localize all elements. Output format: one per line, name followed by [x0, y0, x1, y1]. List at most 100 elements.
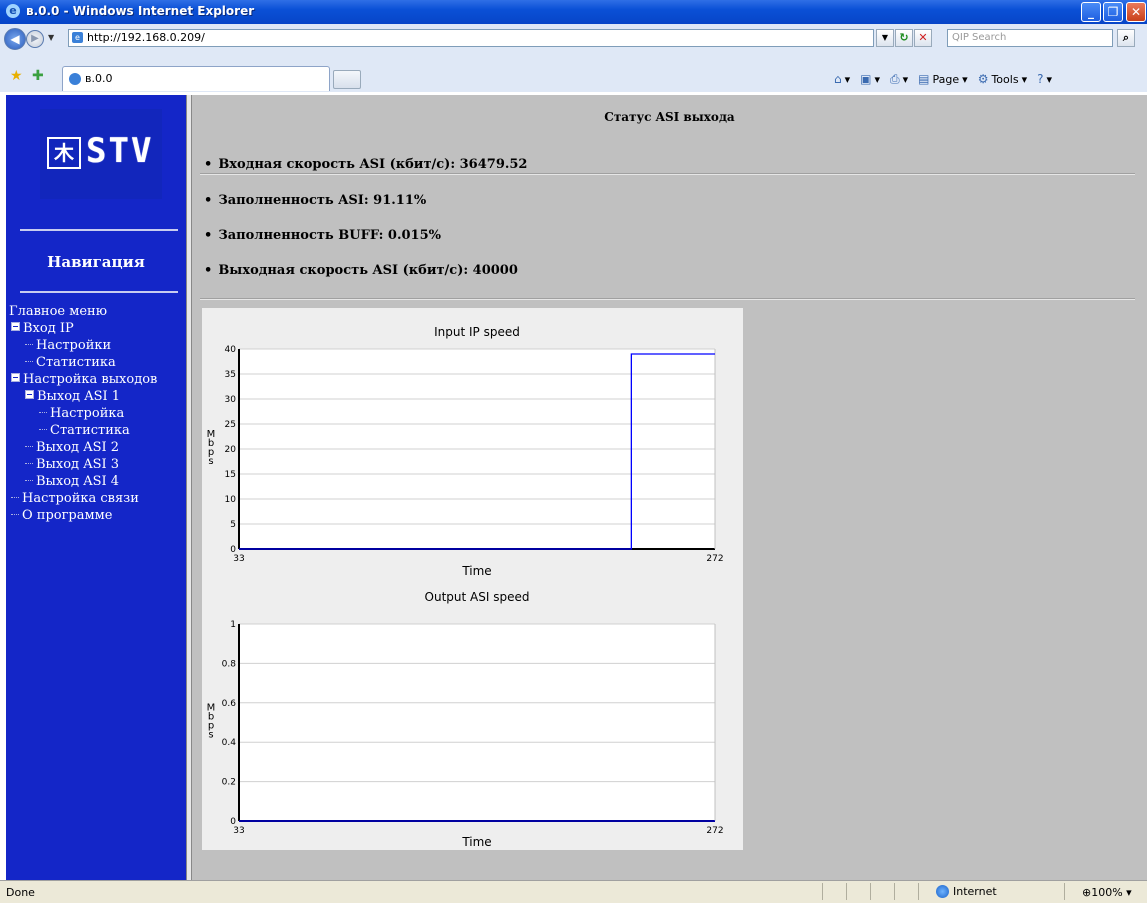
nav-tree-item[interactable]: Настройки	[9, 337, 157, 354]
nav-tree-item[interactable]: Статистика	[9, 422, 157, 439]
tree-line	[11, 514, 19, 515]
divider	[20, 291, 178, 293]
tree-line	[11, 497, 19, 498]
nav-tree-item[interactable]: Вход IP	[9, 320, 157, 337]
nav-tree: Главное меню Вход IP Настройки Статистика На…	[9, 303, 157, 524]
nav-tree-item[interactable]: Выход ASI 3	[9, 456, 157, 473]
nav-title: Навигация	[47, 253, 145, 271]
zoom-icon: ⊕	[1082, 886, 1092, 899]
page-icon: e	[72, 32, 83, 43]
charts-svg: 051015202530354033 272Input IP speedTimeM…	[207, 325, 724, 849]
home-button[interactable]: ⌂ ▾	[834, 72, 850, 86]
y-tick-label: 25	[225, 420, 236, 430]
x-tick-label: 272	[706, 554, 723, 564]
divider	[200, 173, 1135, 175]
plot-area	[239, 624, 715, 821]
stat-input-rate: Входная скорость ASI (кбит/с): 36479.52	[204, 157, 527, 172]
y-tick-label: 5	[230, 520, 236, 530]
page-menu-button[interactable]: ▤ Page ▾	[918, 72, 968, 86]
chart-title: Input IP speed	[434, 325, 520, 339]
favorites-star-icon[interactable]: ★	[10, 68, 23, 84]
title-bar: e в.0.0 - Windows Internet Explorer _ ❐ …	[0, 0, 1147, 24]
nav-tree-label: Выход ASI 1	[37, 389, 121, 404]
ie-logo-icon: e	[6, 4, 20, 18]
tree-line	[25, 361, 33, 362]
nav-tree-item[interactable]: О программе	[9, 507, 157, 524]
nav-tree-item[interactable]: Настройка связи	[9, 490, 157, 507]
divider	[20, 229, 178, 231]
security-zone[interactable]: Internet	[936, 885, 997, 898]
address-input[interactable]: e http://192.168.0.209/	[68, 29, 874, 47]
search-input[interactable]: QIP Search	[947, 29, 1113, 47]
zoom-value: 100%	[1091, 886, 1123, 899]
y-axis-label-char: s	[208, 456, 213, 467]
nav-tree-item[interactable]: Статистика	[9, 354, 157, 371]
nav-tree-label: Статистика	[36, 355, 116, 370]
nav-tree-item[interactable]: Настройка выходов	[9, 371, 157, 388]
nav-tree-label: Главное меню	[9, 304, 108, 319]
stop-icon[interactable]: ✕	[914, 29, 932, 47]
nav-tree-item[interactable]: Выход ASI 4	[9, 473, 157, 490]
y-tick-label: 1	[230, 620, 236, 630]
back-button[interactable]: ◀	[4, 28, 26, 50]
tab-label: в.0.0	[85, 72, 113, 85]
page-icon	[69, 73, 81, 85]
maximize-button[interactable]: ❐	[1103, 2, 1123, 22]
tree-line	[39, 429, 47, 430]
new-tab-button[interactable]	[333, 70, 361, 89]
close-button[interactable]: ✕	[1126, 2, 1146, 22]
window-title: в.0.0 - Windows Internet Explorer	[26, 4, 255, 18]
status-text: Done	[6, 886, 35, 899]
collapse-icon[interactable]	[11, 322, 20, 331]
nav-tree-label: О программе	[22, 508, 113, 523]
y-tick-label: 15	[225, 470, 236, 480]
stat-buff-fill: Заполненность BUFF: 0.015%	[204, 228, 441, 243]
tree-line	[25, 344, 33, 345]
charts-panel: 0 5 10 15 20 25 30 35 40 33 272 Input IP speed Time M…	[202, 308, 743, 850]
address-toolbar: ◀ ▶ ▼ e http://192.168.0.209/ ▼ ↻ ✕ QIP …	[0, 24, 1147, 63]
zoom-level[interactable]: ⊕100% ▾	[1082, 886, 1132, 899]
nav-tree-item[interactable]: Настройка	[9, 405, 157, 422]
nav-tree-label: Статистика	[50, 423, 130, 438]
tools-menu-button[interactable]: ⚙ Tools ▾	[978, 72, 1027, 86]
minimize-button[interactable]: _	[1081, 2, 1101, 22]
y-tick-label: 40	[225, 345, 237, 355]
y-tick-label: 35	[225, 370, 236, 380]
history-dropdown-icon[interactable]: ▼	[48, 33, 54, 42]
tree-line	[25, 446, 33, 447]
x-tick-label: 33	[233, 826, 244, 836]
help-button[interactable]: ? ▾	[1037, 72, 1052, 86]
tab-current[interactable]: в.0.0	[62, 66, 330, 91]
nav-tree-label: Выход ASI 4	[36, 474, 120, 489]
forward-button[interactable]: ▶	[26, 30, 44, 48]
tree-line	[39, 412, 47, 413]
x-axis-label: Time	[461, 564, 491, 578]
sidebar: 木 STV Навигация Главное меню Вход IP Настр…	[6, 95, 186, 901]
nav-tree-item[interactable]: Выход ASI 1	[9, 388, 157, 405]
y-tick-label: 0.4	[222, 738, 237, 748]
x-tick-label: 272	[706, 826, 723, 836]
zone-label: Internet	[953, 885, 997, 898]
nav-tree-item[interactable]: Главное меню	[9, 303, 157, 320]
feeds-icon: ▣	[860, 72, 872, 86]
page-menu-icon: ▤	[918, 72, 930, 86]
refresh-icon[interactable]: ↻	[895, 29, 913, 47]
nav-tree-label: Вход IP	[23, 321, 74, 336]
print-button[interactable]: ⎙ ▾	[890, 72, 908, 87]
feeds-button[interactable]: ▣ ▾	[860, 72, 880, 86]
tree-line	[25, 480, 33, 481]
collapse-icon[interactable]	[25, 390, 34, 399]
y-tick-label: 20	[225, 445, 237, 455]
y-tick-label: 0.6	[222, 699, 237, 709]
stv-logo: 木 STV	[40, 109, 162, 199]
y-tick-label: 0.8	[222, 659, 237, 669]
y-tick-label: 0.2	[222, 778, 236, 788]
nav-tree-item[interactable]: Выход ASI 2	[9, 439, 157, 456]
add-favorites-icon[interactable]: ✚	[32, 68, 44, 84]
collapse-icon[interactable]	[11, 373, 20, 382]
search-icon[interactable]: ⌕	[1117, 29, 1135, 47]
page-content: 木 STV Навигация Главное меню Вход IP Настр…	[0, 92, 1147, 911]
home-icon: ⌂	[834, 72, 842, 86]
address-url: http://192.168.0.209/	[87, 31, 205, 44]
address-dropdown-icon[interactable]: ▼	[876, 29, 894, 47]
